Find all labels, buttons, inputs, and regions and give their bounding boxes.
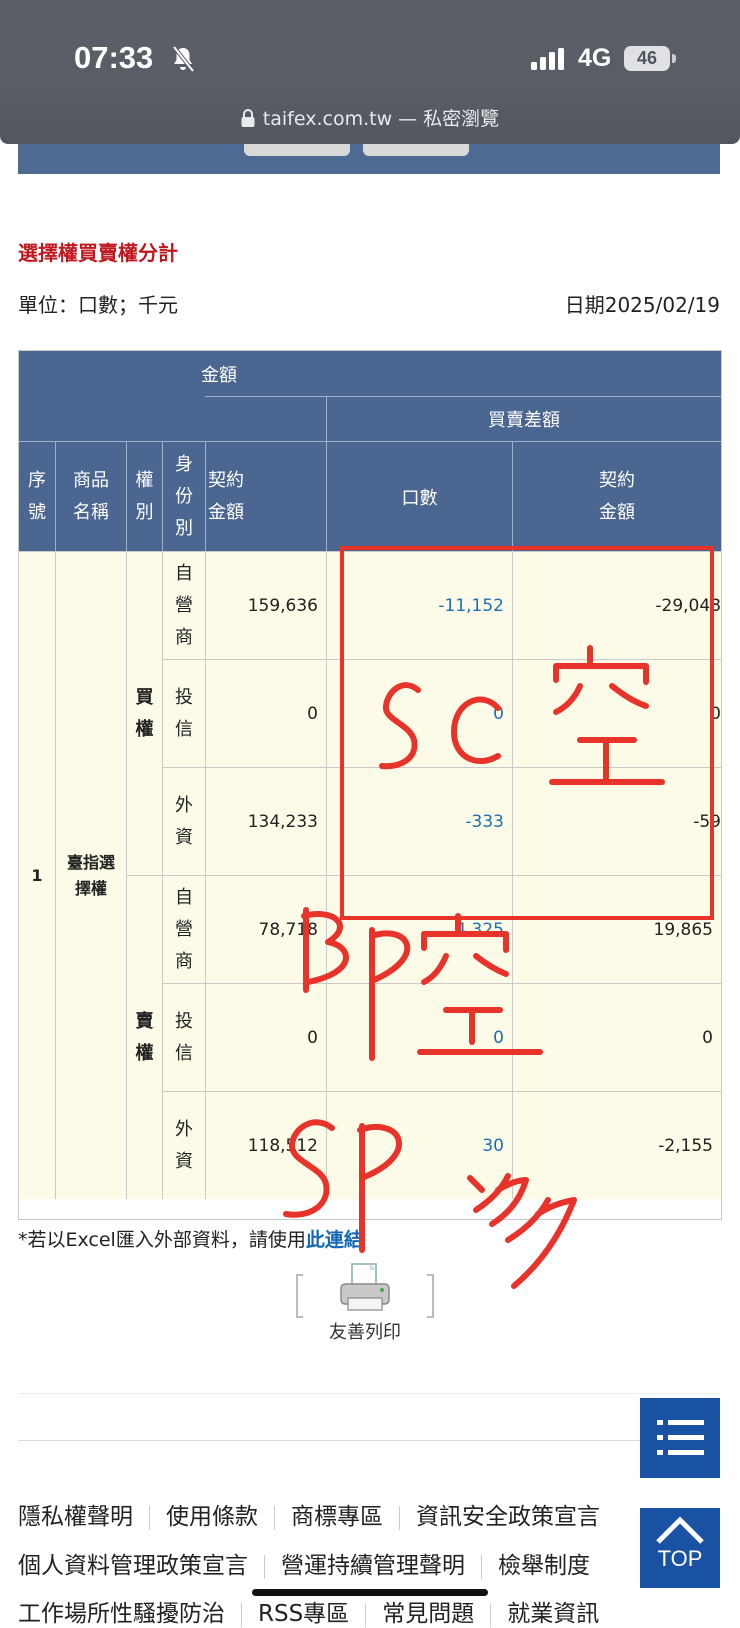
handwriting-overlay — [283, 546, 714, 1289]
annotation-box — [340, 546, 714, 920]
annotation-sp-long — [283, 1119, 577, 1289]
annotation-sc-short — [379, 645, 665, 785]
annotation-bp-short — [301, 907, 543, 1061]
